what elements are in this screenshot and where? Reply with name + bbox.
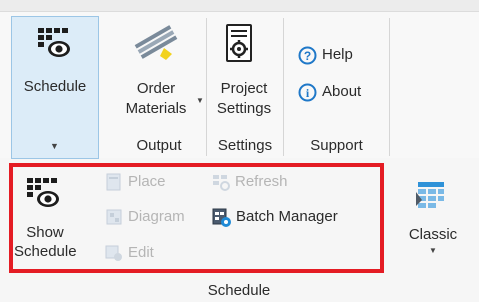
group-label-support: Support [310,137,363,154]
schedule-button-label: Schedule [23,78,87,95]
order-materials-line2[interactable]: Materials [112,100,200,117]
help-label[interactable]: Help [322,46,353,63]
highlight-frame [9,163,384,273]
project-settings-line2[interactable]: Settings [206,100,282,117]
classic-label[interactable]: Classic [398,226,468,243]
group-separator [389,18,390,156]
help-icon[interactable]: ? [298,46,317,65]
about-label[interactable]: About [322,83,361,100]
order-materials-dropdown-icon[interactable]: ▼ [196,96,204,105]
info-icon[interactable]: i [298,83,317,102]
schedule-grid-eye-icon [37,26,71,60]
classic-table-icon [414,180,446,212]
settings-document-gear-icon [226,24,252,62]
svg-text:?: ? [304,49,311,63]
group-label-schedule: Schedule [207,282,271,299]
materials-beams-icon [134,20,178,64]
group-label-output: Output [136,137,182,154]
group-label-settings: Settings [217,137,273,154]
order-materials-line1[interactable]: Order [112,80,200,97]
group-separator [283,18,284,156]
project-settings-line1[interactable]: Project [206,80,282,97]
svg-text:i: i [306,86,310,100]
ribbon-top-strip [0,0,479,12]
chevron-down-icon[interactable]: ▼ [50,141,59,151]
classic-dropdown-icon[interactable]: ▼ [429,246,437,255]
